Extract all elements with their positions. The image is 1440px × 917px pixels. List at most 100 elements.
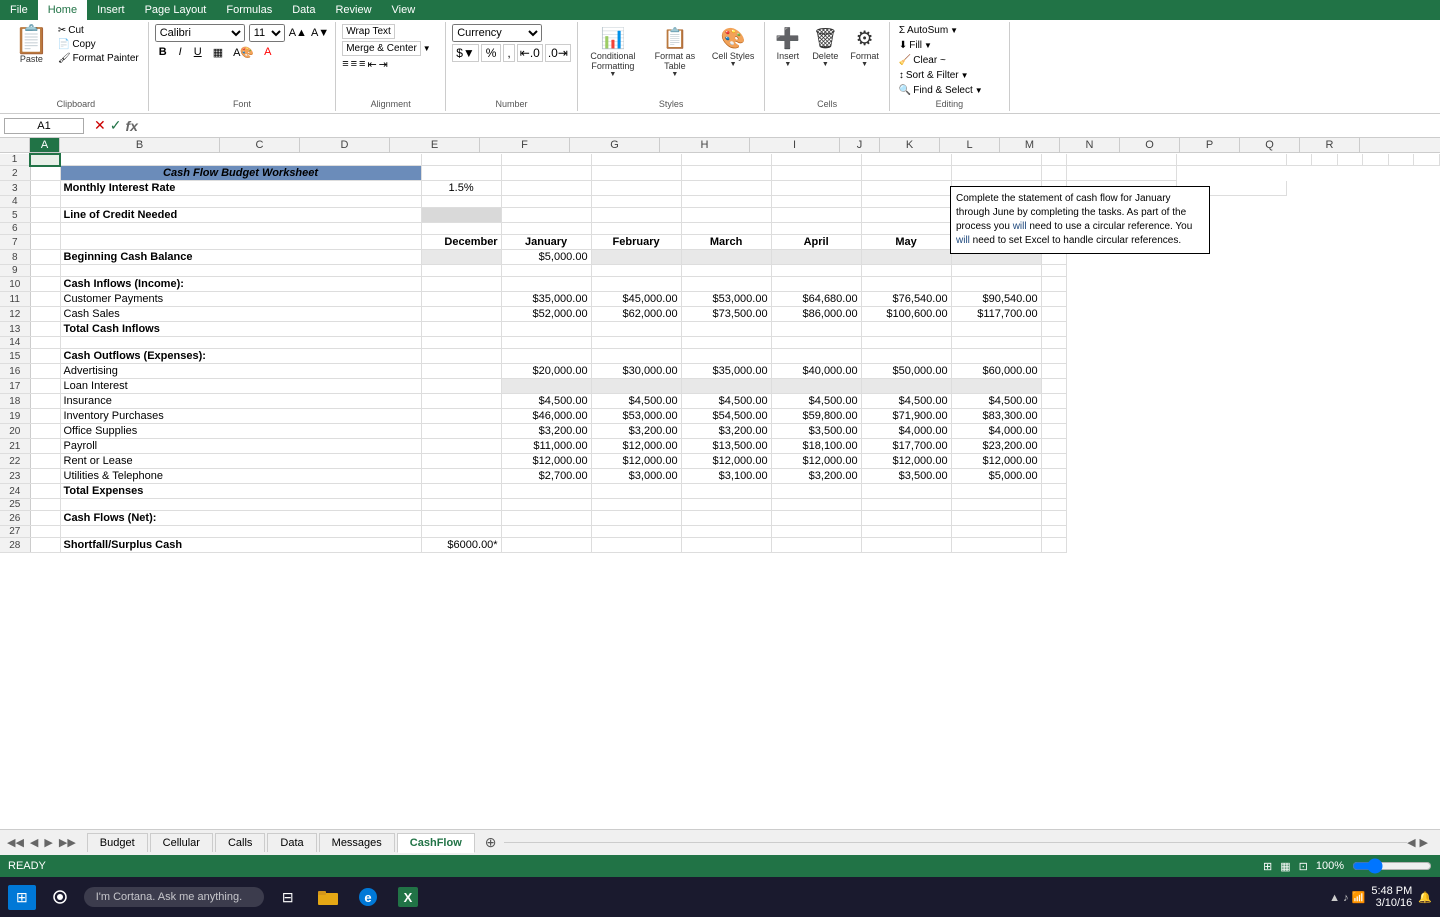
cell-a26[interactable] bbox=[30, 511, 60, 526]
font-color-button[interactable]: A bbox=[261, 45, 274, 59]
cell-c14[interactable] bbox=[421, 337, 501, 349]
cell-c12[interactable] bbox=[421, 307, 501, 322]
cell-c10[interactable] bbox=[421, 277, 501, 292]
comma-button[interactable]: , bbox=[503, 44, 514, 62]
delete-dropdown[interactable]: ▼ bbox=[822, 61, 829, 68]
cell-e15[interactable] bbox=[591, 349, 681, 364]
cell-j14[interactable] bbox=[1041, 337, 1067, 349]
cell-g6[interactable] bbox=[771, 223, 861, 235]
delete-button[interactable]: 🗑 Delete ▼ bbox=[808, 24, 842, 70]
cell-b11[interactable]: Customer Payments bbox=[60, 292, 421, 307]
autosum-button[interactable]: Σ AutoSum ▼ bbox=[896, 24, 961, 37]
cell-h21[interactable]: $17,700.00 bbox=[861, 439, 951, 454]
cell-f10[interactable] bbox=[681, 277, 771, 292]
sheet-nav-next[interactable]: ▶ bbox=[41, 836, 55, 849]
zoom-slider[interactable] bbox=[1352, 859, 1432, 873]
cell-e23[interactable]: $3,000.00 bbox=[591, 469, 681, 484]
cell-c28[interactable]: $6000.00* bbox=[421, 538, 501, 553]
col-header-g[interactable]: G bbox=[570, 138, 660, 152]
cell-j16[interactable] bbox=[1041, 364, 1067, 379]
cell-g9[interactable] bbox=[771, 265, 861, 277]
cell-a17[interactable] bbox=[30, 379, 60, 394]
col-header-n[interactable]: N bbox=[1060, 138, 1120, 152]
cell-f12[interactable]: $73,500.00 bbox=[681, 307, 771, 322]
cell-h14[interactable] bbox=[861, 337, 951, 349]
tab-formulas[interactable]: Formulas bbox=[216, 0, 282, 20]
col-header-r[interactable]: R bbox=[1300, 138, 1360, 152]
cell-c19[interactable] bbox=[421, 409, 501, 424]
cell-e25[interactable] bbox=[591, 499, 681, 511]
cell-f11[interactable]: $53,000.00 bbox=[681, 292, 771, 307]
decrease-decimal-button[interactable]: ⇤.0 bbox=[517, 44, 543, 62]
col-header-a[interactable]: A bbox=[30, 138, 60, 152]
col-header-i[interactable]: I bbox=[750, 138, 840, 152]
cell-j23[interactable] bbox=[1041, 469, 1067, 484]
find-select-button[interactable]: 🔍 Find & Select ▼ bbox=[896, 84, 986, 97]
cell-c24[interactable] bbox=[421, 484, 501, 499]
cell-b22[interactable]: Rent or Lease bbox=[60, 454, 421, 469]
cell-d5[interactable] bbox=[501, 208, 591, 223]
cell-j17[interactable] bbox=[1041, 379, 1067, 394]
cell-g10[interactable] bbox=[771, 277, 861, 292]
tab-view[interactable]: View bbox=[382, 0, 426, 20]
cell-p2[interactable] bbox=[951, 166, 1041, 181]
conditional-formatting-button[interactable]: 📊 Conditional Formatting ▼ bbox=[584, 24, 642, 80]
cell-j12[interactable] bbox=[1041, 307, 1067, 322]
cell-f28[interactable] bbox=[681, 538, 771, 553]
sheet-scroll-left[interactable]: ◀ bbox=[1407, 836, 1415, 849]
font-name-select[interactable]: Calibri bbox=[155, 24, 245, 42]
col-header-l[interactable]: L bbox=[940, 138, 1000, 152]
cell-a5[interactable] bbox=[30, 208, 60, 223]
notification-icon[interactable]: 🔔 bbox=[1418, 891, 1432, 904]
cell-e28[interactable] bbox=[591, 538, 681, 553]
edge-browser-button[interactable]: e bbox=[352, 881, 384, 913]
decrease-indent-button[interactable]: ⇤ bbox=[367, 58, 376, 71]
cell-i20[interactable]: $4,000.00 bbox=[951, 424, 1041, 439]
cell-f6[interactable] bbox=[681, 223, 771, 235]
cell-f7[interactable]: March bbox=[681, 235, 771, 250]
cell-j1[interactable] bbox=[1041, 154, 1067, 166]
cell-j25[interactable] bbox=[1041, 499, 1067, 511]
cell-e4[interactable] bbox=[591, 196, 681, 208]
cell-h27[interactable] bbox=[861, 526, 951, 538]
fill-dropdown[interactable]: ▼ bbox=[924, 41, 932, 50]
cell-b27[interactable] bbox=[60, 526, 421, 538]
cell-a13[interactable] bbox=[30, 322, 60, 337]
decrease-font-size-button[interactable]: A▼ bbox=[311, 27, 329, 39]
format-painter-button[interactable]: 🖌 Format Painter bbox=[55, 52, 142, 65]
cell-a22[interactable] bbox=[30, 454, 60, 469]
cell-a1[interactable] bbox=[30, 154, 60, 166]
cell-j19[interactable] bbox=[1041, 409, 1067, 424]
cell-g20[interactable]: $3,500.00 bbox=[771, 424, 861, 439]
cell-g11[interactable]: $64,680.00 bbox=[771, 292, 861, 307]
cell-d3[interactable] bbox=[501, 181, 591, 196]
cell-c20[interactable] bbox=[421, 424, 501, 439]
col-header-q[interactable]: Q bbox=[1240, 138, 1300, 152]
cell-a14[interactable] bbox=[30, 337, 60, 349]
cell-a19[interactable] bbox=[30, 409, 60, 424]
cell-m1[interactable] bbox=[1286, 154, 1312, 166]
col-header-b[interactable]: B bbox=[60, 138, 220, 152]
autosum-dropdown[interactable]: ▼ bbox=[950, 26, 958, 35]
cell-f16[interactable]: $35,000.00 bbox=[681, 364, 771, 379]
cell-h12[interactable]: $100,600.00 bbox=[861, 307, 951, 322]
cell-h6[interactable] bbox=[861, 223, 951, 235]
cell-d14[interactable] bbox=[501, 337, 591, 349]
cell-e22[interactable]: $12,000.00 bbox=[591, 454, 681, 469]
tab-insert[interactable]: Insert bbox=[87, 0, 135, 20]
cell-h8[interactable] bbox=[861, 250, 951, 265]
cell-d9[interactable] bbox=[501, 265, 591, 277]
cut-button[interactable]: ✂ Cut bbox=[55, 24, 142, 37]
col-header-k[interactable]: K bbox=[880, 138, 940, 152]
cell-d4[interactable] bbox=[501, 196, 591, 208]
cell-d24[interactable] bbox=[501, 484, 591, 499]
task-view-button[interactable]: ⊟ bbox=[272, 881, 304, 913]
cell-g13[interactable] bbox=[771, 322, 861, 337]
cell-g18[interactable]: $4,500.00 bbox=[771, 394, 861, 409]
cell-f27[interactable] bbox=[681, 526, 771, 538]
cell-i15[interactable] bbox=[951, 349, 1041, 364]
cell-e7[interactable]: February bbox=[591, 235, 681, 250]
cell-d22[interactable]: $12,000.00 bbox=[501, 454, 591, 469]
cell-r2[interactable] bbox=[1067, 166, 1177, 181]
cell-h17[interactable] bbox=[861, 379, 951, 394]
